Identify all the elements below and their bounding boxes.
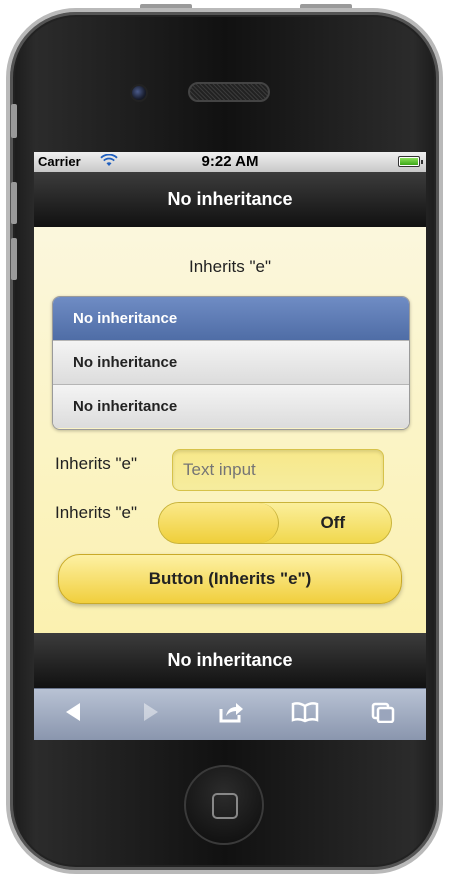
list-item[interactable]: No inheritance bbox=[53, 384, 409, 428]
volume-up-button bbox=[11, 182, 17, 224]
button-label: Button (Inherits "e") bbox=[148, 569, 312, 588]
battery-icon bbox=[398, 156, 423, 167]
volume-down-button bbox=[11, 238, 17, 280]
browser-toolbar bbox=[34, 688, 426, 740]
status-bar: Carrier 9:22 AM bbox=[34, 152, 426, 172]
status-time: 9:22 AM bbox=[201, 153, 259, 170]
back-icon[interactable] bbox=[64, 701, 82, 728]
footer-title: No inheritance bbox=[167, 650, 293, 670]
toggle-label: Inherits "e" bbox=[55, 503, 137, 522]
flip-toggle-switch[interactable]: Off bbox=[158, 502, 392, 544]
toggle-knob[interactable] bbox=[159, 503, 279, 543]
footer-bar: No inheritance bbox=[34, 633, 426, 688]
home-button[interactable] bbox=[184, 765, 264, 845]
share-icon[interactable] bbox=[218, 701, 244, 728]
list-view: No inheritance No inheritance No inherit… bbox=[52, 296, 410, 430]
text-input-label: Inherits "e" bbox=[55, 454, 137, 473]
header-bar: No inheritance bbox=[34, 172, 426, 227]
tabs-icon[interactable] bbox=[370, 701, 396, 728]
content-heading: Inherits "e" bbox=[189, 257, 271, 276]
phone-screen: Carrier 9:22 AM No inheritance Inherits … bbox=[34, 152, 426, 740]
list-item[interactable]: No inheritance bbox=[53, 297, 409, 340]
list-item[interactable]: No inheritance bbox=[53, 340, 409, 384]
text-input[interactable] bbox=[172, 449, 384, 491]
front-camera bbox=[130, 84, 148, 102]
mute-switch bbox=[11, 104, 17, 138]
inherits-e-button[interactable]: Button (Inherits "e") bbox=[58, 554, 402, 604]
home-square-icon bbox=[212, 793, 238, 819]
earpiece-speaker bbox=[188, 82, 270, 102]
toggle-state-label: Off bbox=[320, 513, 345, 532]
bookmarks-icon[interactable] bbox=[290, 701, 320, 728]
page-content: Inherits "e" No inheritance No inheritan… bbox=[34, 227, 426, 633]
header-title: No inheritance bbox=[167, 189, 293, 209]
forward-icon[interactable] bbox=[142, 701, 160, 728]
